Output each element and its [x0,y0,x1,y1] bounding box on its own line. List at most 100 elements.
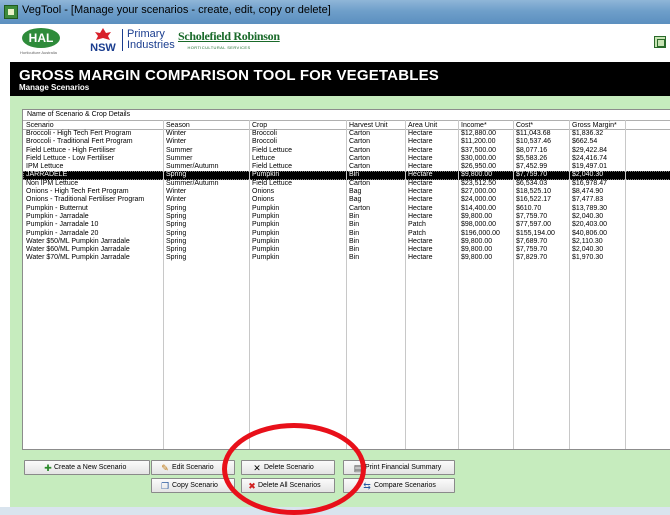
column-divider[interactable] [513,120,514,449]
hal-logo-text: HAL [28,31,54,45]
cell-season: Winter [166,188,187,196]
column-divider[interactable] [458,120,459,449]
create-scenario-icon: ✚ [44,463,52,473]
vegtool-window: VegTool - [Manage your scenarios - creat… [0,0,670,515]
cell-harvest-unit: Bin [349,171,360,179]
edit-scenario-label: Edit Scenario [172,464,214,471]
create-scenario-button[interactable]: ✚ Create a New Scenario [24,460,150,475]
cell-scenario: Pumpkin - Butternut [26,204,88,212]
cell-income: $26,950.00 [461,163,497,171]
compare-scenarios-button[interactable]: ⇆ Compare Scenarios [343,478,455,493]
cell-area-unit: Hectare [408,154,433,162]
cell-income: $9,800.00 [461,237,493,245]
cell-income: $9,800.00 [461,171,493,179]
cell-harvest-unit: Bin [349,212,360,220]
cell-gross-margin: $40,806.00 [572,229,608,237]
delete-all-scenarios-button[interactable]: ✖ Delete All Scenarios [241,478,335,493]
hal-logo: HAL Horticulture Australia [20,28,62,55]
cell-cost: $16,522.17 [516,196,552,204]
cell-area-unit: Hectare [408,212,433,220]
cell-season: Spring [166,221,187,229]
cell-area-unit: Hectare [408,138,433,146]
cell-season: Spring [166,204,187,212]
column-divider[interactable] [625,120,626,449]
column-header-scenario[interactable]: Scenario [26,122,54,129]
cell-harvest-unit: Carton [349,163,371,171]
column-header-gross-margin[interactable]: Gross Margin* [572,122,617,129]
cell-scenario: Non IPM Lettuce [26,179,79,187]
cell-scenario: JARRADELE [26,171,68,179]
cell-cost: $18,525.10 [516,188,552,196]
cell-area-unit: Hectare [408,188,433,196]
cell-crop: Pumpkin [252,171,280,179]
cell-crop: Pumpkin [252,229,280,237]
column-header-income[interactable]: Income* [461,122,487,129]
delete-all-scenarios-label: Delete All Scenarios [258,482,321,489]
cell-season: Winter [166,138,187,146]
scholefield-robinson-logo: Scholefield Robinson HORTICULTURAL SERVI… [178,29,280,50]
cell-cost: $5,583.26 [516,154,548,162]
cell-income: $11,200.00 [461,138,496,146]
waratah-icon [95,28,111,40]
cell-scenario: Onions - Traditional Fertiliser Program [26,196,145,204]
create-scenario-label: Create a New Scenario [54,464,127,471]
cell-gross-margin: $7,477.83 [572,196,604,204]
cell-harvest-unit: Carton [349,204,371,212]
cell-scenario: Water $50/ML Pumpkin Jarradale [26,237,130,245]
cell-income: $9,800.00 [461,254,493,262]
copy-scenario-label: Copy Scenario [172,482,218,489]
main-panel: Name of Scenario & Crop Details Scenario… [10,96,670,507]
primary-industries-logo: Primary Industries [122,29,175,51]
column-divider[interactable] [249,120,250,449]
delete-scenario-button[interactable]: ✕ Delete Scenario [241,460,335,475]
print-summary-button[interactable]: ▤ Print Financial Summary [343,460,455,475]
title-bar[interactable]: VegTool - [Manage your scenarios - creat… [0,0,670,24]
cell-season: Spring [166,246,187,254]
cell-season: Spring [166,171,187,179]
cell-season: Summer/Autumn [166,179,219,187]
cell-crop: Broccoli [252,138,277,146]
cell-season: Spring [166,229,187,237]
column-divider[interactable] [405,120,406,449]
cell-cost: $610.70 [516,204,542,212]
cell-gross-margin: $20,403.00 [572,221,608,229]
cell-gross-margin: $19,497.01 [572,163,608,171]
cell-crop: Lettuce [252,154,275,162]
edit-scenario-button[interactable]: ✎ Edit Scenario [151,460,235,475]
cell-cost: $77,597.00 [516,221,552,229]
cell-crop: Pumpkin [252,237,280,245]
compare-scenarios-label: Compare Scenarios [374,482,436,489]
cell-season: Spring [166,254,187,262]
delete-x-icon: ✕ [253,463,261,473]
cell-season: Summer [166,154,193,162]
cell-income: $9,800.00 [461,212,493,220]
cell-harvest-unit: Bag [349,188,362,196]
cell-income: $98,000.00 [461,221,497,229]
copy-scenario-button[interactable]: ❐ Copy Scenario [151,478,235,493]
scenario-table[interactable]: Name of Scenario & Crop Details Scenario… [22,109,670,450]
cell-crop: Pumpkin [252,204,280,212]
column-divider[interactable] [346,120,347,449]
column-header-season[interactable]: Season [166,122,190,129]
cell-harvest-unit: Bin [349,237,360,245]
column-header-area-unit[interactable]: Area Unit [408,122,437,129]
cell-season: Summer [166,146,193,154]
cell-scenario: Pumpkin - Jarradale [26,212,89,220]
compare-icon: ⇆ [363,481,371,491]
print-summary-label: Print Financial Summary [365,464,442,471]
cell-income: $37,500.00 [461,146,497,154]
cell-gross-margin: $2,040.30 [572,246,604,254]
column-divider[interactable] [569,120,570,449]
column-header-harvest-unit[interactable]: Harvest Unit [349,122,388,129]
column-header-crop[interactable]: Crop [252,122,267,129]
cell-scenario: IPM Lettuce [26,163,64,171]
column-divider[interactable] [163,120,164,449]
app-icon [4,5,18,19]
cell-gross-margin: $24,416.74 [572,154,608,162]
cell-harvest-unit: Carton [349,154,371,162]
cell-season: Winter [166,196,187,204]
page-subtitle: Manage Scenarios [19,83,90,92]
cell-income: $12,880.00 [461,130,497,137]
toolbar-grid-icon[interactable] [654,36,666,48]
column-header-cost[interactable]: Cost* [516,122,533,129]
